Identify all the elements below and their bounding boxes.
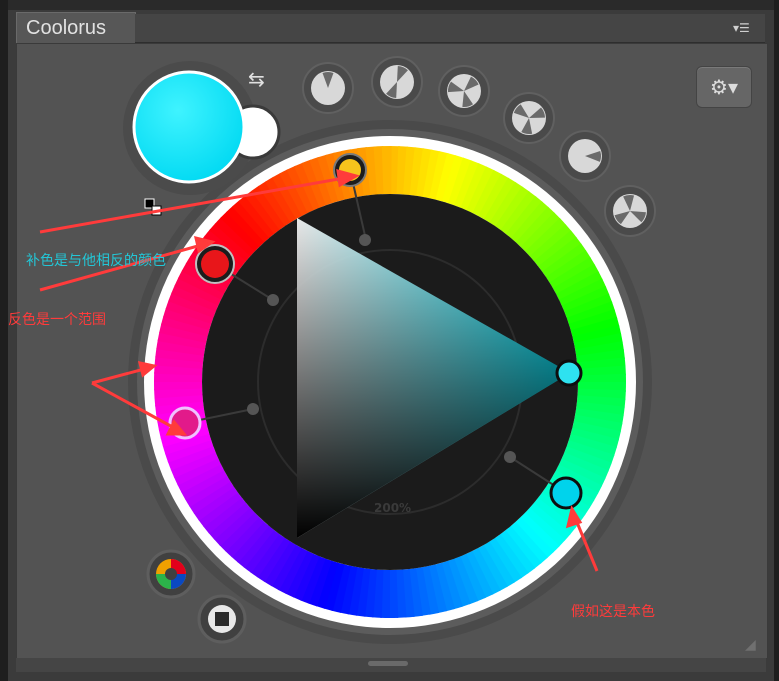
scheme-monochrome-icon[interactable] bbox=[302, 62, 354, 114]
foreground-swatch[interactable] bbox=[132, 70, 246, 184]
scheme-triad-icon[interactable] bbox=[438, 65, 490, 117]
coolorus-app: Coolorus ▾☰ ⇆ ⚙▾ 200% 补色是与他相反的颜色 反色是一个范围… bbox=[0, 0, 779, 681]
square-mode-button[interactable] bbox=[197, 594, 247, 644]
annotation-complement: 补色是与他相反的颜色 bbox=[26, 253, 166, 269]
scheme-complementary-icon[interactable] bbox=[371, 56, 423, 108]
annotation-base: 假如这是本色 bbox=[571, 604, 655, 620]
hue-segment bbox=[381, 146, 392, 195]
panel-resize-grip[interactable] bbox=[368, 661, 408, 666]
settings-gear-icon[interactable]: ⚙▾ bbox=[696, 66, 752, 108]
scheme-split-icon[interactable] bbox=[503, 92, 555, 144]
triangle-cyan-handle[interactable] bbox=[555, 359, 583, 387]
zoom-label: 200% bbox=[374, 501, 412, 515]
swap-colors-icon[interactable]: ⇆ bbox=[248, 67, 265, 91]
scheme-analogous-icon[interactable] bbox=[559, 130, 611, 182]
resize-corner-icon[interactable]: ◢ bbox=[745, 637, 763, 655]
annotation-inverse: 反色是一个范围 bbox=[8, 312, 106, 328]
scheme-tetrad-icon[interactable] bbox=[604, 185, 656, 237]
color-wheel-graphic: ⇆ bbox=[39, 56, 656, 644]
cyan-handle-base[interactable] bbox=[549, 476, 583, 510]
color-mode-button[interactable] bbox=[146, 549, 196, 599]
